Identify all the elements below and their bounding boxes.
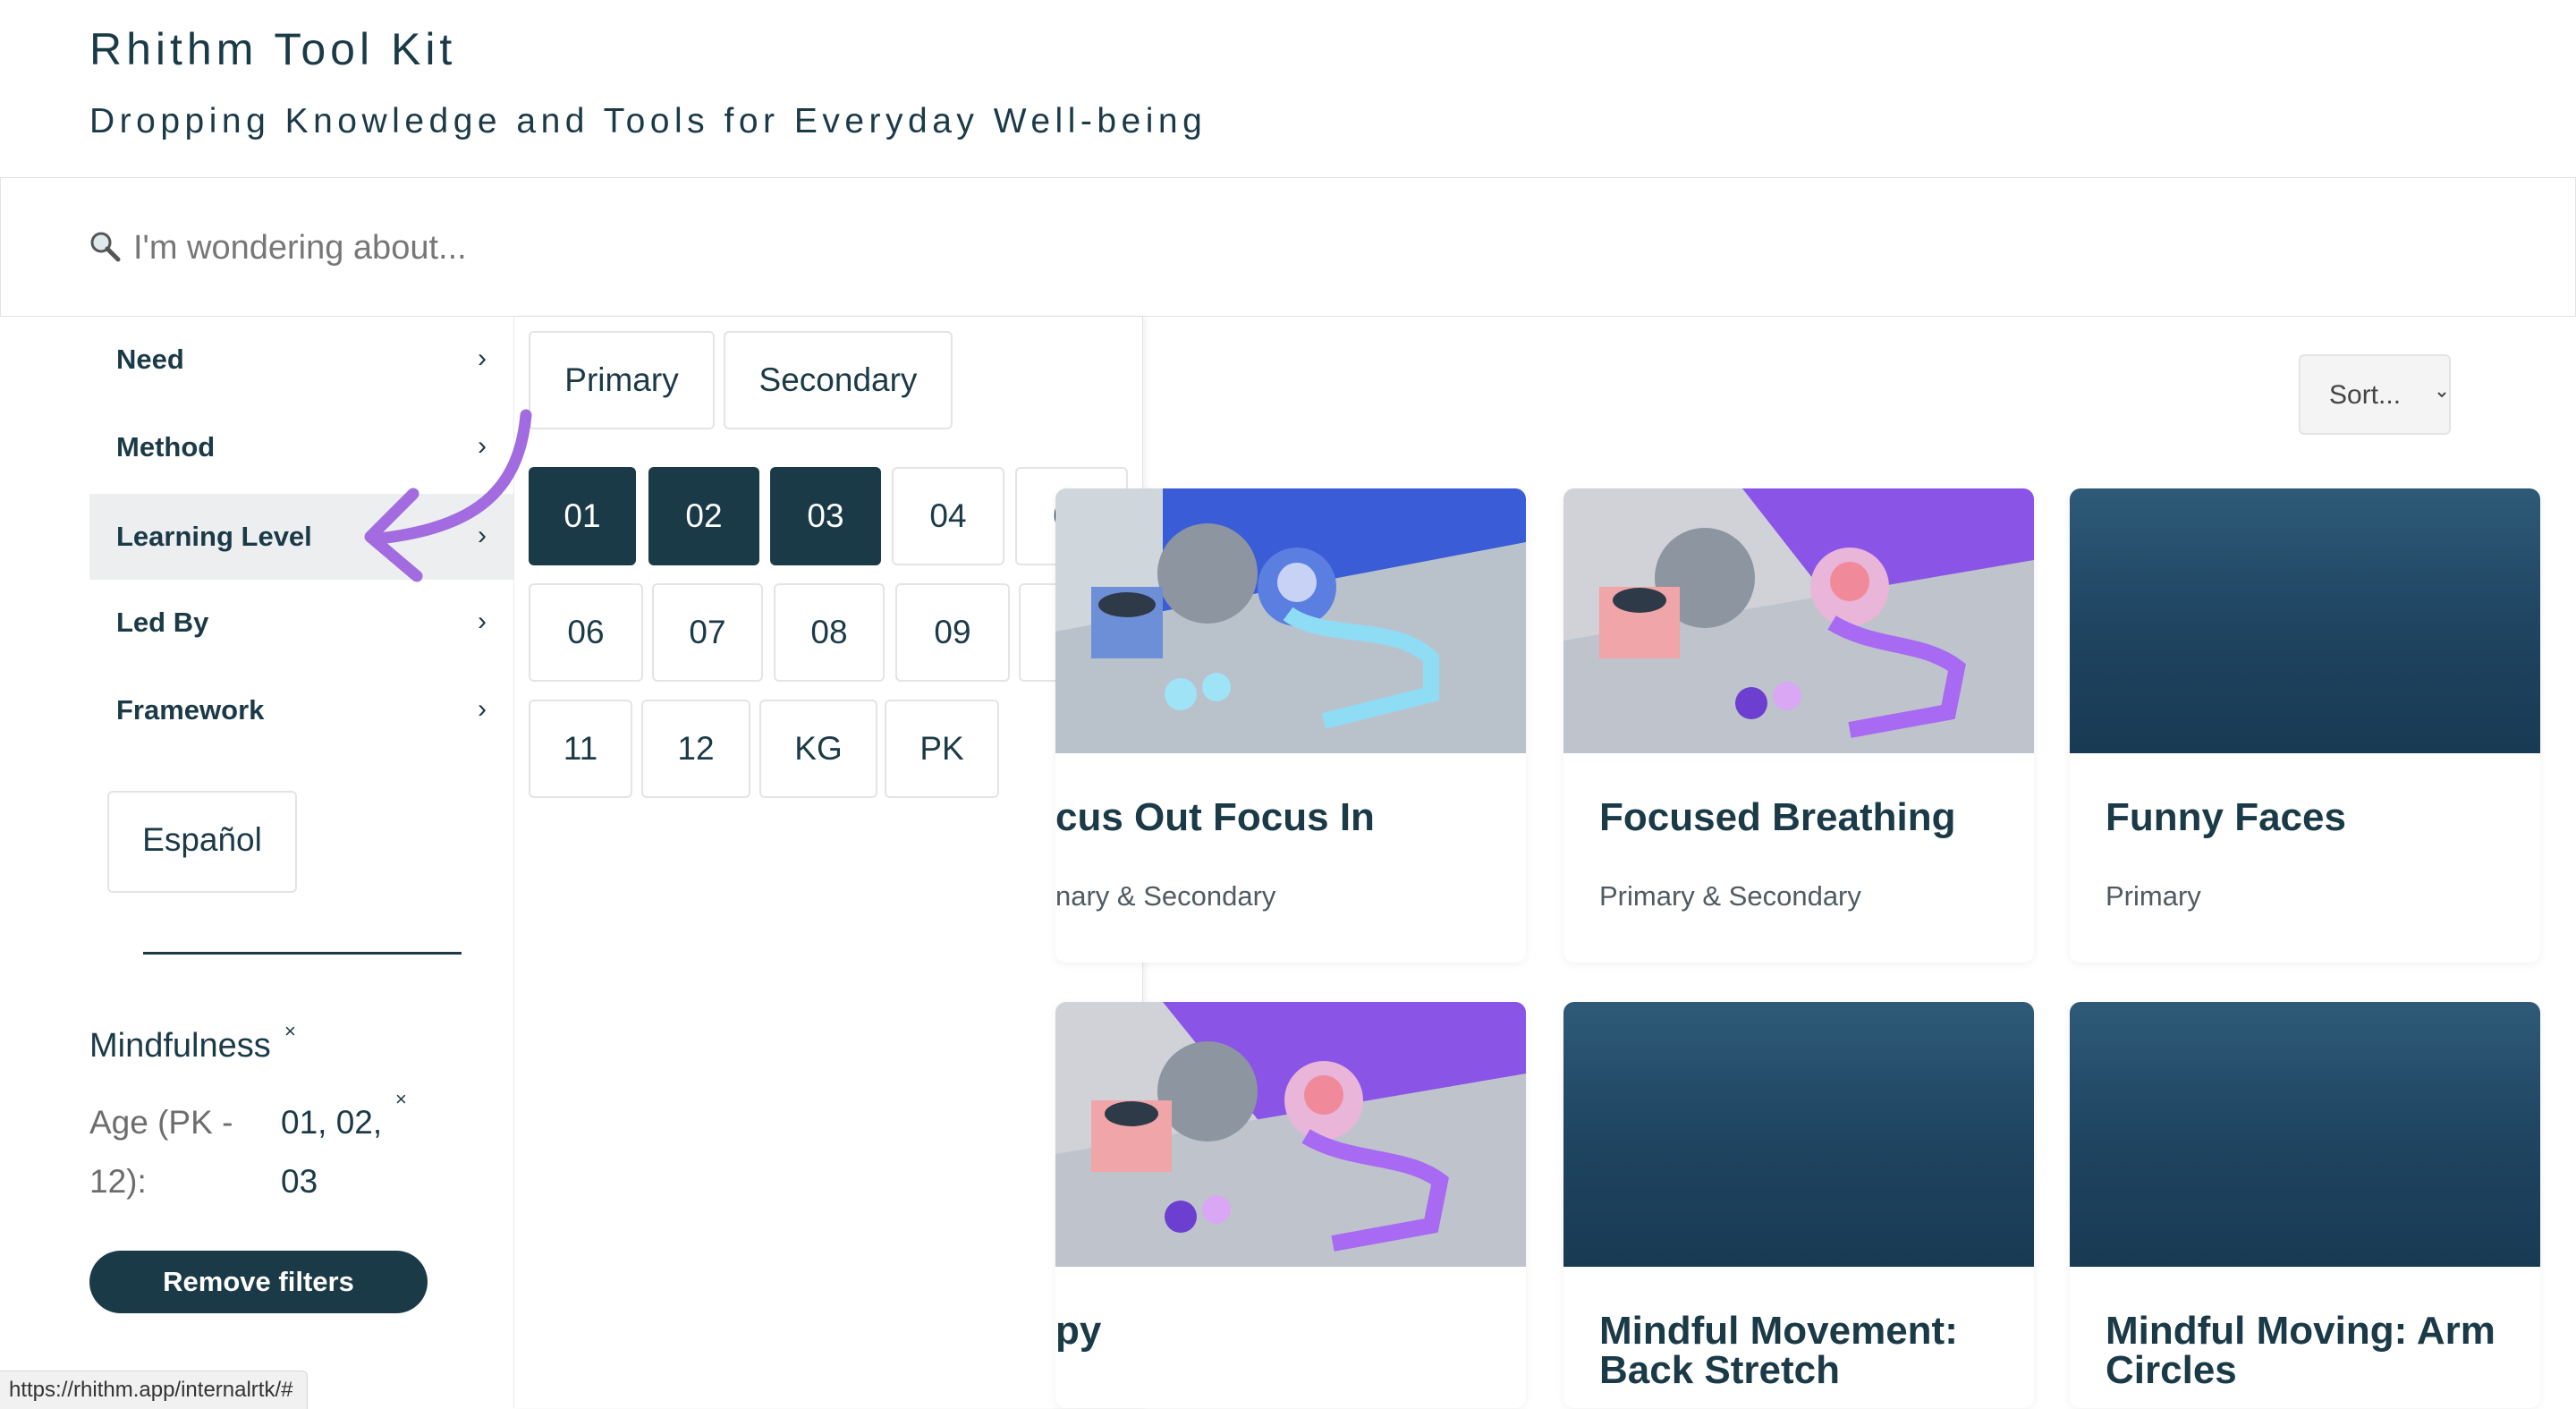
- card-title: py: [1055, 1309, 1102, 1353]
- card-image-machine: [1055, 1002, 1526, 1267]
- card[interactable]: Mindful Movement: Back Stretch: [1563, 1002, 2034, 1408]
- grade-chip[interactable]: 03: [770, 467, 881, 565]
- grade-chip[interactable]: 09: [895, 583, 1010, 682]
- age-filter-label: Age (PK - 12):: [89, 1104, 233, 1200]
- card-title: Mindful Movement: Back Stretch: [1599, 1309, 1958, 1392]
- grade-chip[interactable]: 11: [529, 700, 632, 798]
- card-meta: Primary: [2106, 880, 2201, 912]
- card-image-placeholder: [2070, 488, 2540, 753]
- chip-primary[interactable]: Primary: [529, 331, 715, 429]
- card-image-machine: [1563, 488, 2034, 753]
- grade-chip[interactable]: 04: [892, 467, 1004, 565]
- card-image-machine: [1055, 488, 1526, 753]
- sidebar-item-framework[interactable]: Framework ›: [89, 667, 513, 753]
- remove-filters-button[interactable]: Remove filters: [89, 1251, 428, 1313]
- sidebar-item-label: Method: [116, 431, 216, 463]
- remove-age-icon[interactable]: ×: [395, 1088, 407, 1111]
- card-meta: Primary & Secondary: [1599, 880, 1861, 912]
- chip-secondary[interactable]: Secondary: [724, 331, 953, 429]
- language-toggle-button[interactable]: Español: [107, 791, 297, 893]
- grade-chip[interactable]: 07: [652, 583, 763, 682]
- search-bar[interactable]: [0, 177, 2576, 317]
- chevron-right-icon: ›: [478, 694, 487, 724]
- card[interactable]: Focused Breathing Primary & Secondary: [1563, 488, 2034, 963]
- app-subtitle: Dropping Knowledge and Tools for Everyda…: [89, 102, 1208, 140]
- remove-tag-icon[interactable]: ×: [284, 1020, 296, 1043]
- card-title: Funny Faces: [2106, 795, 2346, 839]
- search-icon: [90, 232, 121, 262]
- age-filter-value: 01, 02, 03: [281, 1104, 383, 1200]
- grade-chip[interactable]: PK: [885, 700, 999, 798]
- chevron-right-icon: ›: [478, 607, 487, 636]
- divider: [143, 952, 462, 955]
- card[interactable]: Mindful Moving: Arm Circles: [2070, 1002, 2540, 1408]
- card-meta: nary & Secondary: [1055, 880, 1276, 912]
- card-title: cus Out Focus In: [1055, 795, 1375, 839]
- sidebar-item-label: Led By: [116, 607, 209, 638]
- card[interactable]: py: [1055, 1002, 1526, 1408]
- grade-chip[interactable]: 08: [774, 583, 885, 682]
- grade-chip[interactable]: KG: [759, 700, 877, 798]
- learning-level-panel: Primary Secondary 01 02 03 04 05 06 07 0…: [513, 317, 1143, 1408]
- grade-chip[interactable]: 12: [641, 700, 750, 798]
- chevron-right-icon: ›: [478, 344, 487, 373]
- card[interactable]: Funny Faces Primary: [2070, 488, 2540, 963]
- sidebar-item-label: Learning Level: [116, 521, 312, 552]
- card-image-placeholder: [1563, 1002, 2034, 1267]
- card-image-placeholder: [2070, 1002, 2540, 1267]
- app-title: Rhithm Tool Kit: [89, 24, 457, 74]
- pointer-arrow-icon: [364, 409, 532, 582]
- card[interactable]: cus Out Focus In nary & Secondary: [1055, 488, 1526, 963]
- grade-chip[interactable]: 02: [648, 467, 759, 565]
- search-input[interactable]: [131, 216, 1745, 280]
- sidebar-item-label: Need: [116, 344, 184, 375]
- status-bar-url: https://rhithm.app/internalrtk/#: [0, 1371, 309, 1409]
- sidebar-item-need[interactable]: Need ›: [89, 317, 513, 403]
- card-title: Mindful Moving: Arm Circles: [2106, 1309, 2496, 1392]
- sort-select[interactable]: Sort...: [2299, 354, 2451, 435]
- card-title: Focused Breathing: [1599, 795, 1956, 839]
- header: Rhithm Tool Kit Dropping Knowledge and T…: [0, 0, 2576, 177]
- sidebar-item-label: Framework: [116, 694, 265, 726]
- active-filter-tag: Mindfulness: [89, 1027, 271, 1065]
